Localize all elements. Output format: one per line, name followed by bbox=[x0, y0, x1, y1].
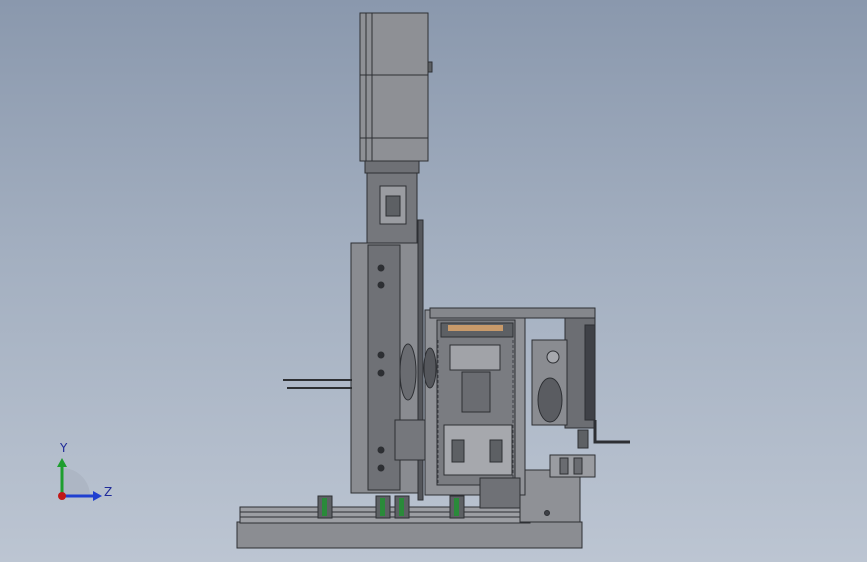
servo-motor bbox=[359, 12, 429, 162]
coordinate-triad: Y Z bbox=[48, 440, 118, 510]
x-axis-origin bbox=[58, 492, 66, 500]
z-axis-label: Z bbox=[104, 485, 113, 499]
triad-graphic bbox=[57, 458, 102, 501]
base-block-right bbox=[519, 469, 581, 523]
y-axis-label: Y bbox=[60, 441, 68, 455]
motor-flange bbox=[364, 160, 420, 174]
top-bracket bbox=[429, 307, 596, 319]
pneumatic-fitting bbox=[549, 454, 596, 478]
idler-wheel bbox=[399, 343, 417, 401]
machine-side-view-model[interactable] bbox=[0, 0, 867, 562]
base-plate bbox=[236, 521, 583, 549]
cad-viewport[interactable]: Y Z bbox=[0, 0, 867, 562]
actuator-body bbox=[449, 344, 501, 371]
hex-key bbox=[593, 420, 630, 444]
lower-housing bbox=[479, 477, 521, 509]
